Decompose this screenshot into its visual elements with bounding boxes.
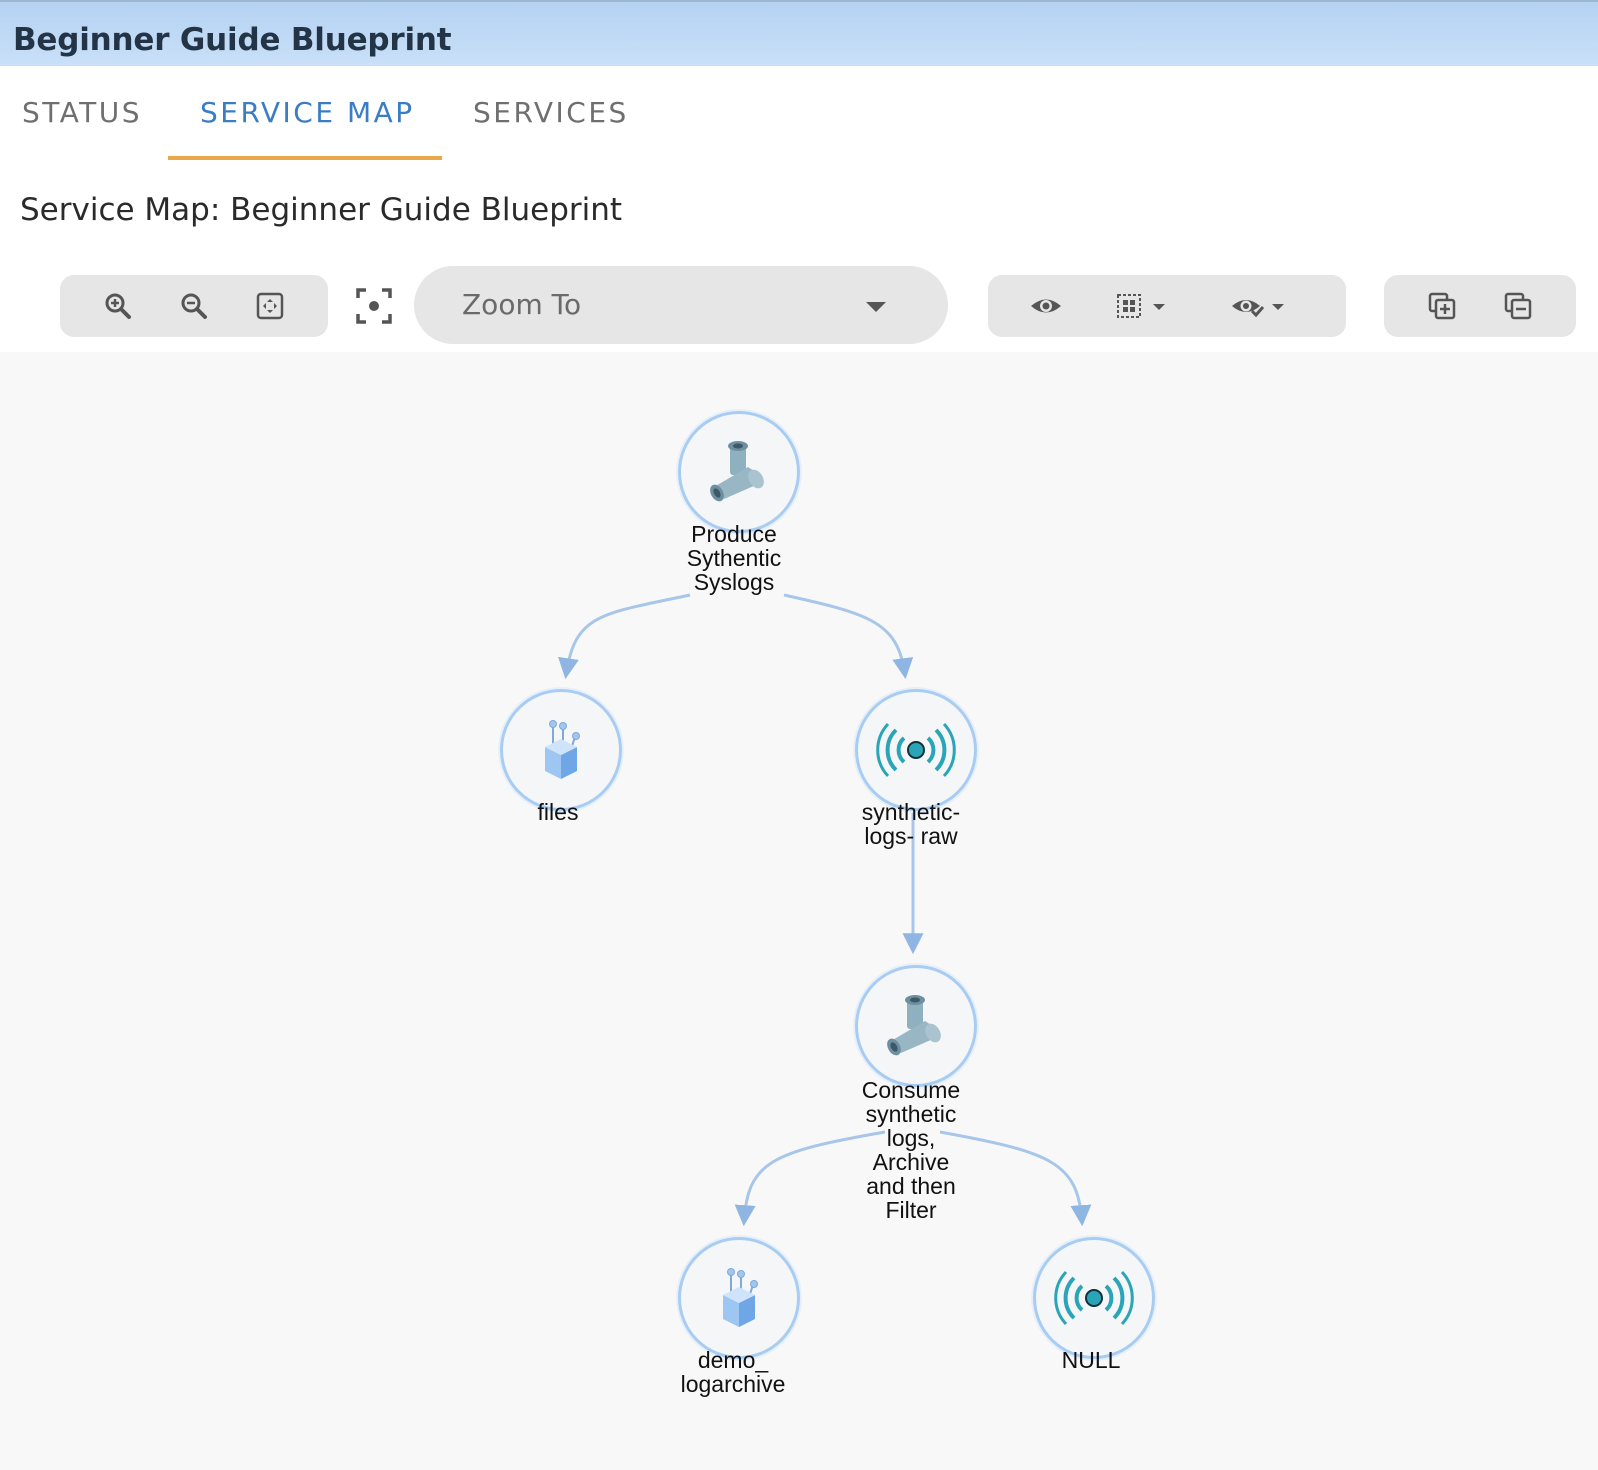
tab-service-map[interactable]: SERVICE MAP <box>200 96 415 129</box>
service-node-consume[interactable] <box>855 965 977 1087</box>
service-node-synthetic-logs-raw[interactable] <box>855 689 977 811</box>
copy-add-button[interactable] <box>1420 284 1464 328</box>
edge-produce-synthetic <box>783 593 914 680</box>
broadcast-signal-icon <box>876 722 956 778</box>
fit-to-screen-icon <box>256 292 284 320</box>
grid-select-button[interactable] <box>1112 284 1176 328</box>
node-label-produce: Produce Sythentic Syslogs <box>624 522 844 594</box>
window-title: Beginner Guide Blueprint <box>13 22 452 58</box>
label-line: Archive <box>872 1149 950 1175</box>
service-node-produce[interactable] <box>678 411 800 533</box>
map-toolbar: Zoom To <box>0 262 1598 352</box>
label-line: logs, <box>886 1125 936 1151</box>
page-title: Service Map: Beginner Guide Blueprint <box>20 192 623 228</box>
node-label-demo-logarchive: demo_ logarchive <box>623 1348 843 1396</box>
eye-icon <box>1031 299 1061 313</box>
active-tab-indicator <box>168 156 442 160</box>
pipe-tee-icon <box>710 441 764 502</box>
service-node-demo-logarchive[interactable] <box>678 1237 800 1359</box>
label-line: Produce <box>691 521 777 547</box>
pipe-tee-icon <box>887 995 941 1056</box>
label-line: Filter <box>885 1197 937 1223</box>
view-button-group <box>988 275 1346 337</box>
zoom-to-dropdown[interactable]: Zoom To <box>414 266 948 344</box>
file-store-icon <box>723 1268 758 1327</box>
zoom-in-button[interactable] <box>96 284 140 328</box>
focus-center-icon <box>356 288 392 324</box>
visibility-options-button[interactable] <box>1228 284 1292 328</box>
copy-remove-button[interactable] <box>1496 284 1540 328</box>
visibility-button[interactable] <box>1024 284 1068 328</box>
label-line: demo_ <box>697 1347 769 1373</box>
zoom-to-label: Zoom To <box>462 288 582 321</box>
label-line: synthetic <box>865 1101 957 1127</box>
copy-add-icon <box>1428 292 1456 320</box>
fit-to-screen-button[interactable] <box>248 284 292 328</box>
grid-select-icon <box>1117 294 1165 318</box>
edge-produce-files <box>558 593 691 680</box>
copy-button-group <box>1384 275 1576 337</box>
service-node-null[interactable] <box>1033 1237 1155 1359</box>
tab-services[interactable]: SERVICES <box>473 96 629 129</box>
file-store-icon <box>545 720 580 779</box>
copy-remove-icon <box>1504 292 1532 320</box>
focus-center-button[interactable] <box>350 282 398 330</box>
node-label-null: NULL <box>981 1348 1201 1372</box>
service-map-canvas[interactable]: Produce Sythentic Syslogs files syntheti… <box>0 352 1598 1470</box>
zoom-out-button[interactable] <box>172 284 216 328</box>
zoom-button-group <box>60 275 328 337</box>
node-label-files: files <box>448 800 668 824</box>
title-bar: Beginner Guide Blueprint <box>0 0 1598 66</box>
zoom-out-icon <box>181 293 207 319</box>
zoom-in-icon <box>105 293 131 319</box>
label-line: logarchive <box>680 1371 786 1397</box>
chevron-down-icon <box>866 302 886 312</box>
node-label-synthetic-logs-raw: synthetic- logs- raw <box>801 800 1021 848</box>
label-line: files <box>537 799 579 825</box>
label-line: logs- raw <box>864 823 958 849</box>
label-line: and then <box>866 1173 956 1199</box>
eye-check-icon <box>1232 300 1284 318</box>
label-line: Sythentic <box>686 545 782 571</box>
broadcast-signal-icon <box>1054 1270 1134 1326</box>
tab-status[interactable]: STATUS <box>22 96 142 129</box>
label-line: synthetic- <box>861 799 961 825</box>
service-node-files[interactable] <box>500 689 622 811</box>
label-line: Syslogs <box>693 569 775 595</box>
label-line: NULL <box>1061 1347 1121 1373</box>
label-line: Consume <box>861 1077 961 1103</box>
node-label-consume: Consume synthetic logs, Archive and then… <box>801 1078 1021 1222</box>
tab-bar: STATUS SERVICE MAP SERVICES <box>0 66 1598 162</box>
